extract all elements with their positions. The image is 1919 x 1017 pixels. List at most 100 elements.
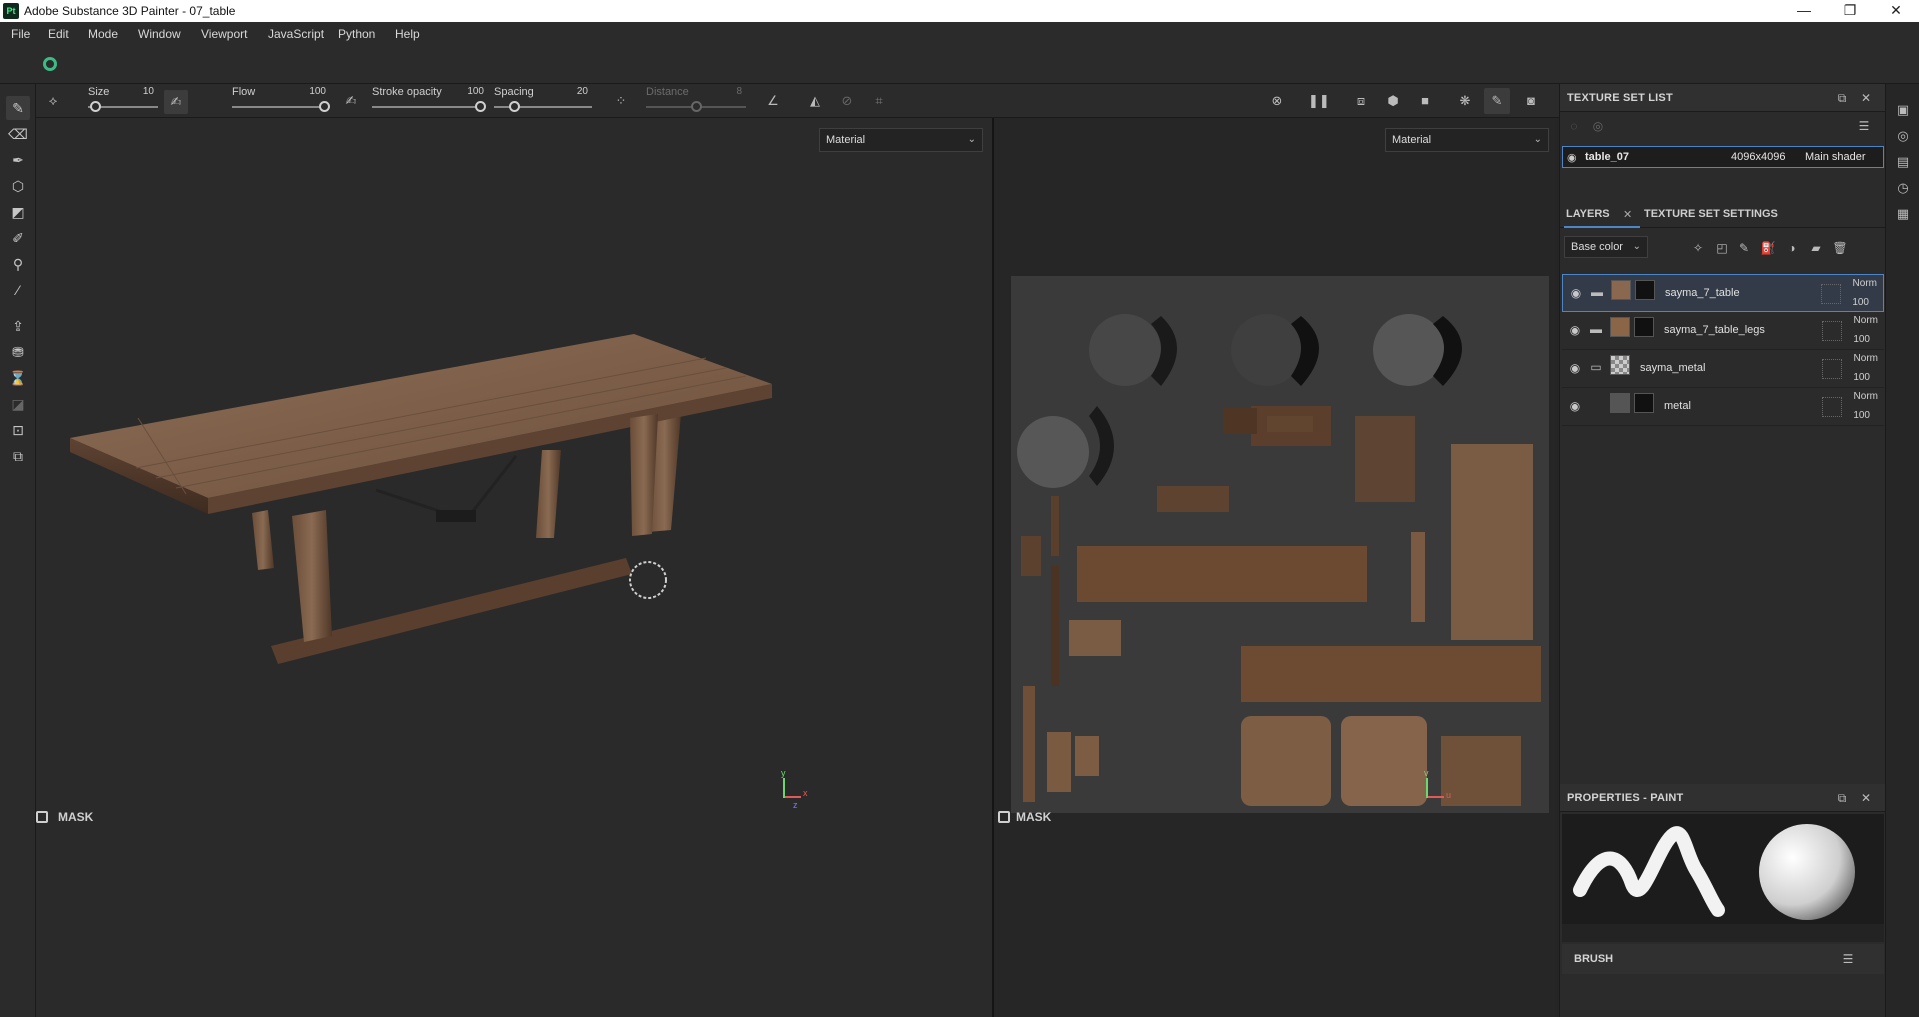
close-panel-icon[interactable]: ✕ (1858, 790, 1874, 806)
uv-texture-canvas[interactable] (1011, 276, 1549, 813)
add-effect-icon[interactable]: ✧ (1690, 240, 1706, 256)
flow-slider-knob[interactable] (319, 101, 330, 112)
spacing-value[interactable]: 20 (558, 86, 588, 97)
tab-layers[interactable]: LAYERS (1566, 208, 1610, 220)
mask-thumbnail[interactable] (1635, 280, 1655, 300)
angle-icon[interactable]: ∠ (764, 92, 782, 110)
pause-icon[interactable]: ❚❚ (1308, 92, 1330, 110)
symmetry-icon[interactable]: ◭ (806, 92, 824, 110)
mask-toggle-checkbox-2d[interactable] (998, 811, 1010, 823)
split-view-icon[interactable]: ⧈ (1352, 92, 1370, 110)
menu-file[interactable]: File (11, 27, 30, 41)
viewport-3d-mask-label[interactable]: MASK (58, 810, 93, 824)
viewport-2d-mask-label[interactable]: MASK (1016, 810, 1051, 824)
layer-name[interactable]: metal (1664, 400, 1691, 412)
mask-toggle-checkbox[interactable] (36, 811, 48, 823)
layer-name[interactable]: sayma_7_table (1665, 287, 1740, 299)
clone-tool-icon[interactable]: ✐ (6, 226, 30, 250)
channel-dropdown[interactable]: Base color ⌄ (1564, 236, 1648, 258)
uv-tool-icon[interactable]: ⧉ (6, 444, 30, 468)
menu-mode[interactable]: Mode (88, 27, 118, 41)
brush-menu-icon[interactable]: ☰ (1840, 951, 1856, 967)
lazy-mouse-icon[interactable]: ⁘ (612, 92, 630, 110)
layer-row[interactable]: ◉ ▬ sayma_7_table Norm 100 (1562, 274, 1884, 312)
eye-icon[interactable]: ◉ (1567, 151, 1577, 164)
stroke-opacity-value[interactable]: 100 (454, 86, 484, 97)
eye-icon[interactable]: ◉ (1569, 286, 1583, 300)
render-icon[interactable]: ❋ (1456, 92, 1474, 110)
layer-row[interactable]: ◉ metal Norm 100 (1562, 388, 1884, 426)
flow-slider-track[interactable] (232, 106, 324, 108)
eye-icon[interactable]: ◉ (1568, 361, 1582, 375)
layer-name[interactable]: sayma_7_table_legs (1664, 324, 1765, 336)
flow-value[interactable]: 100 (296, 86, 326, 97)
add-folder-icon[interactable]: ▰ (1808, 240, 1824, 256)
history-icon[interactable]: ◷ (1893, 178, 1913, 198)
close-window-button[interactable]: ✕ (1873, 0, 1919, 22)
minimize-button[interactable]: — (1781, 0, 1827, 22)
layer-row[interactable]: ◉ ▬ sayma_7_table_legs Norm 100 (1562, 312, 1884, 350)
menu-help[interactable]: Help (395, 27, 420, 41)
paint-brush-tool-icon[interactable]: ✎ (6, 96, 30, 120)
maximize-button[interactable]: ❐ (1827, 0, 1873, 22)
close-panel-icon[interactable]: ✕ (1858, 90, 1874, 106)
sync-status-icon[interactable] (43, 57, 57, 71)
eraser-tool-icon[interactable]: ⌫ (6, 122, 30, 146)
measure-tool-icon[interactable]: ⊡ (6, 418, 30, 442)
color-picker-tool-icon[interactable]: ⁄ (6, 278, 30, 302)
menu-edit[interactable]: Edit (48, 27, 69, 41)
menu-javascript[interactable]: JavaScript (268, 27, 324, 41)
layer-opacity[interactable]: 100 (1853, 372, 1870, 383)
layer-opacity[interactable]: 100 (1852, 297, 1869, 308)
menu-viewport[interactable]: Viewport (201, 27, 247, 41)
hide-icon[interactable]: ⊗ (1268, 92, 1286, 110)
blend-mode-dropdown[interactable]: Norm (1853, 278, 1877, 289)
spacing-slider-knob[interactable] (508, 101, 520, 112)
eye-icon[interactable]: ◉ (1568, 399, 1582, 413)
undock-icon[interactable]: ⧉ (1834, 90, 1850, 106)
mask-thumbnail[interactable] (1634, 317, 1654, 337)
viewport-2d[interactable]: Material ⌄ v u MASK (994, 118, 1559, 1017)
tab-texture-set-settings[interactable]: TEXTURE SET SETTINGS (1644, 208, 1778, 220)
add-fill-layer-icon[interactable]: ⛽ (1760, 240, 1776, 256)
polygon-fill-tool-icon[interactable]: ⬡ (6, 174, 30, 198)
alignment-icon[interactable]: ⟡ (44, 92, 62, 110)
texture-set-menu-icon[interactable]: ☰ (1856, 118, 1872, 134)
delete-layer-icon[interactable]: 🗑 (1832, 240, 1848, 256)
texture-set-row[interactable]: ◉ table_07 4096x4096 Main shader (1562, 146, 1884, 168)
viewport-2d-channel-dropdown[interactable]: Material ⌄ (1385, 128, 1549, 152)
layer-row[interactable]: ◉ ▭ sayma_metal Norm 100 (1562, 350, 1884, 388)
close-tab-icon[interactable]: ✕ (1623, 208, 1632, 221)
material-picker-icon[interactable]: ⛃ (6, 340, 30, 364)
viewport-3d[interactable]: Material ⌄ y x z MASK (36, 118, 992, 1017)
folder-open-icon[interactable]: ▭ (1588, 360, 1604, 374)
crop-icon[interactable]: ⌗ (870, 92, 888, 110)
layer-name[interactable]: sayma_metal (1640, 362, 1705, 374)
layer-opacity[interactable]: 100 (1853, 410, 1870, 421)
menu-python[interactable]: Python (338, 27, 375, 41)
cube-view-icon[interactable]: ⬢ (1384, 92, 1402, 110)
size-value[interactable]: 10 (124, 86, 154, 97)
log-icon[interactable]: ▦ (1893, 204, 1913, 224)
screenshot-icon[interactable]: ◙ (1522, 92, 1540, 110)
stroke-opacity-slider-knob[interactable] (475, 101, 486, 112)
pressure-size-icon[interactable]: ✍ (164, 90, 188, 114)
layer-opacity[interactable]: 100 (1853, 334, 1870, 345)
smudge-tool-icon[interactable]: ◩ (6, 200, 30, 224)
add-mask-icon[interactable]: ◰ (1714, 240, 1730, 256)
add-smart-material-icon[interactable]: ◑ (1784, 240, 1800, 256)
undock-icon[interactable]: ⧉ (1834, 790, 1850, 806)
folder-icon[interactable]: ▬ (1588, 322, 1604, 336)
eye-icon[interactable]: ◉ (1568, 323, 1582, 337)
blend-mode-dropdown[interactable]: Norm (1854, 353, 1878, 364)
blend-mode-dropdown[interactable]: Norm (1854, 391, 1878, 402)
blend-mode-dropdown[interactable]: Norm (1854, 315, 1878, 326)
texture-set-shader[interactable]: Main shader (1805, 151, 1866, 163)
paint-mode-icon[interactable]: ✎ (1484, 88, 1510, 114)
projection-tool-icon[interactable]: ✒ (6, 148, 30, 172)
mask-thumbnail[interactable] (1634, 393, 1654, 413)
stamp-tool-icon[interactable]: ⚲ (6, 252, 30, 276)
add-paint-layer-icon[interactable]: ✎ (1736, 240, 1752, 256)
size-slider-knob[interactable] (90, 101, 101, 112)
folder-icon[interactable]: ▬ (1589, 285, 1605, 299)
